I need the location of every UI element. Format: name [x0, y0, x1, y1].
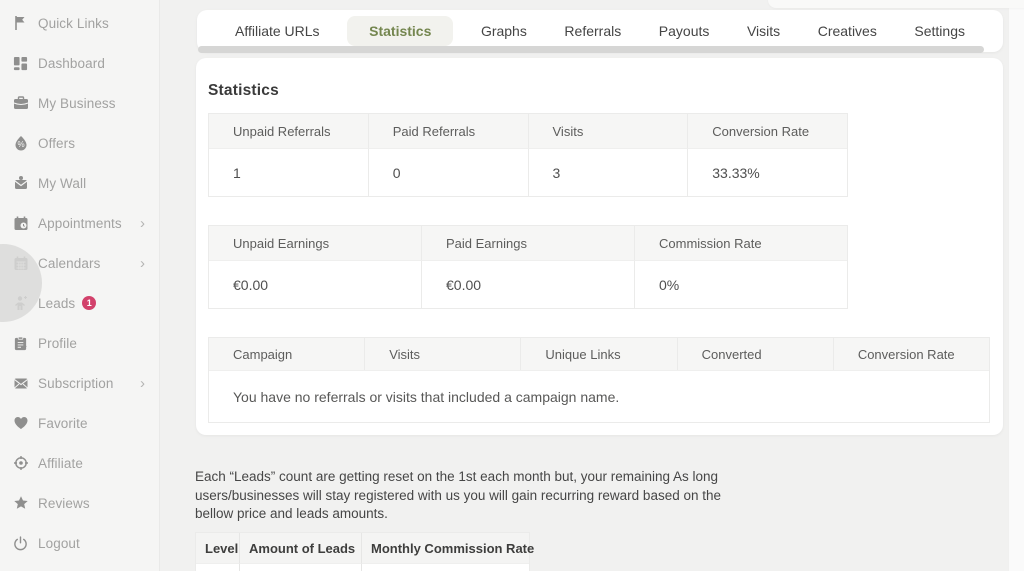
column-header: Conversion Rate — [832, 338, 990, 370]
sidebar-item-my-business[interactable]: My Business — [0, 83, 159, 123]
column-header: Unpaid Referrals — [209, 114, 368, 148]
table-header-row: Unpaid Referrals Paid Referrals Visits C… — [209, 114, 847, 148]
calendar-clock-icon — [12, 215, 29, 232]
campaign-table: Campaign Visits Unique Links Converted C… — [208, 337, 990, 423]
paid-earnings-value: €0.00 — [421, 260, 634, 308]
sidebar-item-label: Logout — [38, 535, 80, 551]
table-header-row: Level Amount of Leads Monthly Commission… — [196, 533, 534, 563]
page-scrollbar-gutter[interactable] — [1008, 0, 1024, 571]
flag-icon — [12, 15, 29, 32]
sidebar-item-label: My Wall — [38, 175, 87, 191]
sidebar-item-label: Favorite — [38, 415, 88, 431]
star-icon — [12, 495, 29, 512]
statistics-card: Statistics Unpaid Referrals Paid Referra… — [196, 58, 1003, 435]
earnings-table: Unpaid Earnings Paid Earnings Commission… — [208, 225, 848, 309]
globe-target-icon — [12, 455, 29, 472]
sidebar-item-label: Appointments — [38, 215, 122, 231]
column-header: Unpaid Earnings — [209, 226, 421, 260]
visits-value: 3 — [527, 148, 688, 196]
sidebar-item-favorite[interactable]: Favorite — [0, 403, 159, 443]
unpaid-earnings-value: €0.00 — [209, 260, 421, 308]
column-header: Commission Rate — [634, 226, 847, 260]
page-title: Statistics — [208, 82, 279, 99]
sidebar-item-label: My Business — [38, 95, 116, 111]
tabbar-horizontal-scrollbar[interactable] — [198, 46, 984, 53]
top-peek-panel — [768, 0, 1024, 8]
column-header: Visits — [364, 338, 521, 370]
sidebar-item-appointments[interactable]: Appointments › — [0, 203, 159, 243]
table-row — [196, 563, 529, 571]
tab-creatives[interactable]: Creatives — [808, 16, 887, 46]
wall-mail-icon — [12, 175, 29, 192]
percent-drop-icon: % — [12, 135, 29, 152]
sidebar-item-affiliate[interactable]: Affiliate — [0, 443, 159, 483]
briefcase-icon — [12, 95, 29, 112]
leads-count-badge: 1 — [82, 296, 97, 310]
svg-text:%: % — [17, 140, 24, 149]
referrals-summary-table: Unpaid Referrals Paid Referrals Visits C… — [208, 113, 848, 197]
column-header: Paid Earnings — [421, 226, 634, 260]
table-row: €0.00 €0.00 0% — [209, 260, 847, 308]
sidebar-item-label: Affiliate — [38, 455, 83, 471]
table-row: 1 0 3 33.33% — [209, 148, 847, 196]
envelope-icon — [12, 375, 29, 392]
unpaid-referrals-value: 1 — [209, 148, 368, 196]
empty-state-row: You have no referrals or visits that inc… — [209, 370, 989, 422]
column-header: Unique Links — [520, 338, 677, 370]
column-header: Amount of Leads — [239, 533, 361, 563]
sidebar-item-reviews[interactable]: Reviews — [0, 483, 159, 523]
commission-rate-value: 0% — [634, 260, 847, 308]
paid-referrals-value: 0 — [367, 148, 528, 196]
tab-statistics[interactable]: Statistics — [347, 16, 454, 46]
dashboard-icon — [12, 55, 29, 72]
sidebar-item-label: Quick Links — [38, 15, 109, 31]
tab-referrals[interactable]: Referrals — [554, 16, 631, 46]
empty-state-message: You have no referrals or visits that inc… — [233, 388, 620, 405]
sidebar-item-profile[interactable]: Profile — [0, 323, 159, 363]
column-header: Converted — [676, 338, 833, 370]
column-header: Monthly Commission Rate — [361, 533, 534, 563]
tab-visits[interactable]: Visits — [737, 16, 790, 46]
column-header: Conversion Rate — [687, 114, 847, 148]
chevron-right-icon: › — [140, 254, 145, 272]
sidebar-item-logout[interactable]: Logout — [0, 523, 159, 563]
amount-cell — [239, 563, 361, 571]
tab-graphs[interactable]: Graphs — [471, 16, 537, 46]
sidebar-item-label: Dashboard — [38, 55, 105, 71]
sidebar-item-subscription[interactable]: Subscription › — [0, 363, 159, 403]
tab-affiliate-urls[interactable]: Affiliate URLs — [225, 16, 330, 46]
column-header: Paid Referrals — [367, 114, 528, 148]
sidebar-item-label: Calendars — [38, 255, 101, 271]
leads-reset-note: Each “Leads” count are getting reset on … — [195, 469, 721, 521]
sidebar-item-label: Offers — [38, 135, 76, 151]
table-header-row: Unpaid Earnings Paid Earnings Commission… — [209, 226, 847, 260]
chevron-right-icon: › — [140, 214, 145, 232]
tab-payouts[interactable]: Payouts — [649, 16, 720, 46]
rate-cell — [361, 563, 529, 571]
sidebar-item-offers[interactable]: % Offers — [0, 123, 159, 163]
column-header: Level — [196, 533, 239, 563]
sidebar-item-label: Reviews — [38, 495, 90, 511]
column-header: Visits — [527, 114, 688, 148]
heart-icon — [12, 415, 29, 432]
conversion-rate-value: 33.33% — [687, 148, 847, 196]
level-cell — [196, 563, 239, 571]
sidebar-item-label: Leads — [38, 295, 76, 311]
sidebar-item-label: Subscription — [38, 375, 114, 391]
chevron-right-icon: › — [140, 374, 145, 392]
sidebar-item-my-wall[interactable]: My Wall — [0, 163, 159, 203]
commission-levels-table: Level Amount of Leads Monthly Commission… — [195, 532, 534, 571]
sidebar-item-dashboard[interactable]: Dashboard — [0, 43, 159, 83]
power-icon — [12, 535, 29, 552]
sidebar-item-quick-links[interactable]: Quick Links — [0, 3, 159, 43]
sidebar-item-label: Profile — [38, 335, 77, 351]
table-header-row: Campaign Visits Unique Links Converted C… — [209, 338, 990, 370]
column-header: Campaign — [209, 338, 365, 370]
tab-settings[interactable]: Settings — [904, 16, 975, 46]
clipboard-icon — [12, 335, 29, 352]
